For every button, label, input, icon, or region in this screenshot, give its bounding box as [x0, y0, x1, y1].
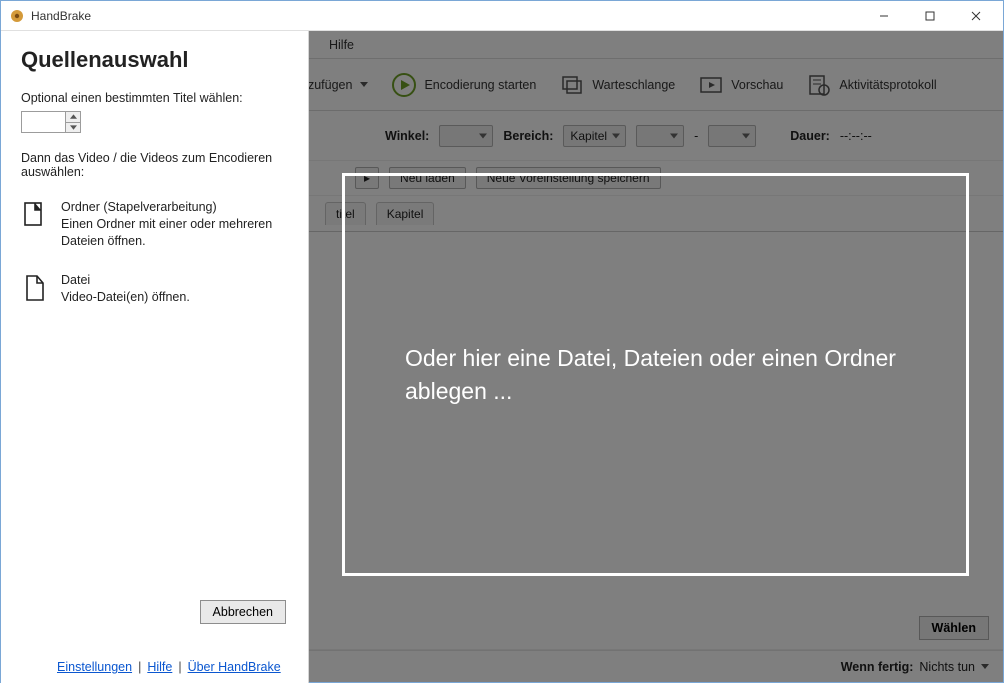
toolbar-queue-label: Warteschlange [592, 78, 675, 92]
file-icon [21, 272, 49, 306]
panel-heading: Quellenauswahl [21, 47, 288, 73]
queue-button[interactable]: Warteschlange [550, 67, 683, 103]
minimize-button[interactable] [861, 1, 907, 31]
range-dash: - [694, 129, 698, 143]
toolbar-activity-label: Aktivitätsprotokoll [839, 78, 936, 92]
open-file-title: Datei [61, 272, 190, 289]
settings-link[interactable]: Einstellungen [57, 660, 132, 674]
activity-log-button[interactable]: Aktivitätsprotokoll [797, 67, 944, 103]
range-label: Bereich: [503, 129, 553, 143]
chevron-down-icon [360, 82, 368, 87]
choose-destination-button[interactable]: Wählen [919, 616, 989, 640]
start-encode-button[interactable]: Encodierung starten [382, 67, 544, 103]
duration-label: Dauer: [790, 129, 830, 143]
spinner-down-button[interactable] [66, 123, 80, 133]
drop-zone-text: Oder hier eine Datei, Dateien oder einen… [405, 342, 906, 406]
optional-title-label: Optional einen bestimmten Titel wählen: [21, 91, 288, 105]
cancel-button[interactable]: Abbrechen [200, 600, 286, 624]
window-title: HandBrake [31, 9, 91, 23]
about-link[interactable]: Über HandBrake [188, 660, 281, 674]
open-folder-title: Ordner (Stapelverarbeitung) [61, 199, 288, 216]
toolbar-preview-label: Vorschau [731, 78, 783, 92]
close-button[interactable] [953, 1, 999, 31]
app-icon [9, 8, 25, 24]
spinner-up-button[interactable] [66, 112, 80, 123]
open-file-desc: Video-Datei(en) öffnen. [61, 290, 190, 304]
chevron-down-icon [981, 664, 989, 669]
title-number-spinner[interactable] [21, 111, 288, 133]
queue-icon [558, 71, 586, 99]
menu-help[interactable]: Hilfe [325, 34, 358, 56]
titlebar: HandBrake [1, 1, 1003, 31]
source-selection-panel: Quellenauswahl Optional einen bestimmten… [1, 31, 309, 683]
play-icon [390, 71, 418, 99]
preview-button[interactable]: Vorschau [689, 67, 791, 103]
toolbar-start-label: Encodierung starten [424, 78, 536, 92]
when-done-label: Wenn fertig: [841, 660, 914, 674]
open-folder-desc: Einen Ordner mit einer oder mehreren Dat… [61, 217, 272, 248]
range-start-select[interactable] [636, 125, 684, 147]
angle-select[interactable] [439, 125, 493, 147]
range-end-select[interactable] [708, 125, 756, 147]
open-file-option[interactable]: Datei Video-Datei(en) öffnen. [21, 272, 288, 306]
activity-log-icon [805, 71, 833, 99]
app-body: Hilfe nzufügen Encodierung starten Warte… [1, 31, 1003, 682]
when-done-dropdown[interactable]: Nichts tun [919, 660, 989, 674]
angle-label: Winkel: [385, 129, 429, 143]
maximize-button[interactable] [907, 1, 953, 31]
title-number-input[interactable] [21, 111, 65, 133]
duration-value: --:--:-- [840, 129, 872, 143]
open-folder-option[interactable]: Ordner (Stapelverarbeitung) Einen Ordner… [21, 199, 288, 250]
app-window: HandBrake Hilfe nzufügen Encodierung sta… [0, 0, 1004, 683]
file-drop-zone[interactable]: Oder hier eine Datei, Dateien oder einen… [342, 173, 969, 576]
then-select-label: Dann das Video / die Videos zum Encodier… [21, 151, 288, 179]
folder-icon [21, 199, 49, 250]
preview-icon [697, 71, 725, 99]
range-type-select[interactable]: Kapitel [563, 125, 626, 147]
panel-footer-links: Einstellungen | Hilfe | Über HandBrake [21, 660, 281, 674]
help-link[interactable]: Hilfe [147, 660, 172, 674]
